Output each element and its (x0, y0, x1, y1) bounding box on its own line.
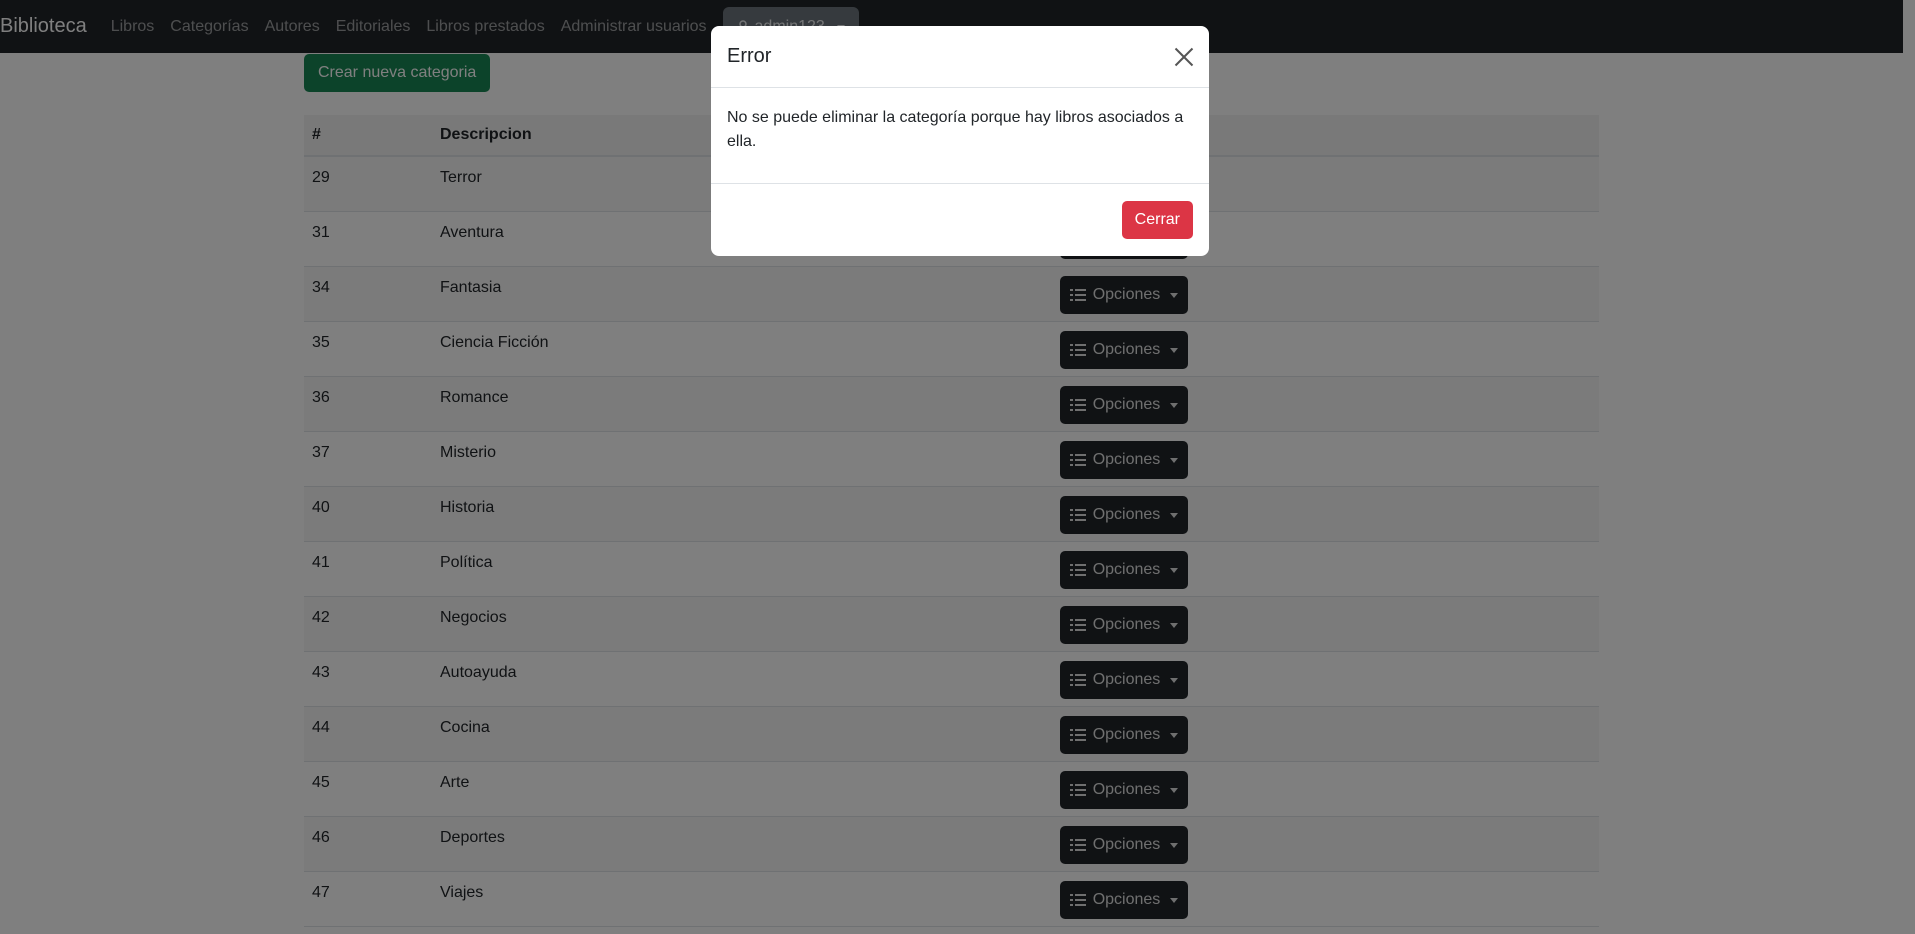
modal-body: No se puede eliminar la categoría porque… (711, 88, 1209, 184)
close-button[interactable]: Cerrar (1121, 201, 1193, 239)
modal-message: No se puede eliminar la categoría porque… (727, 109, 1184, 150)
close-icon[interactable] (1175, 48, 1193, 66)
error-modal: Error No se puede eliminar la categoría … (711, 26, 1209, 256)
modal-header: Error (711, 26, 1209, 88)
modal-title: Error (727, 45, 772, 67)
modal-footer: Cerrar (711, 184, 1209, 256)
